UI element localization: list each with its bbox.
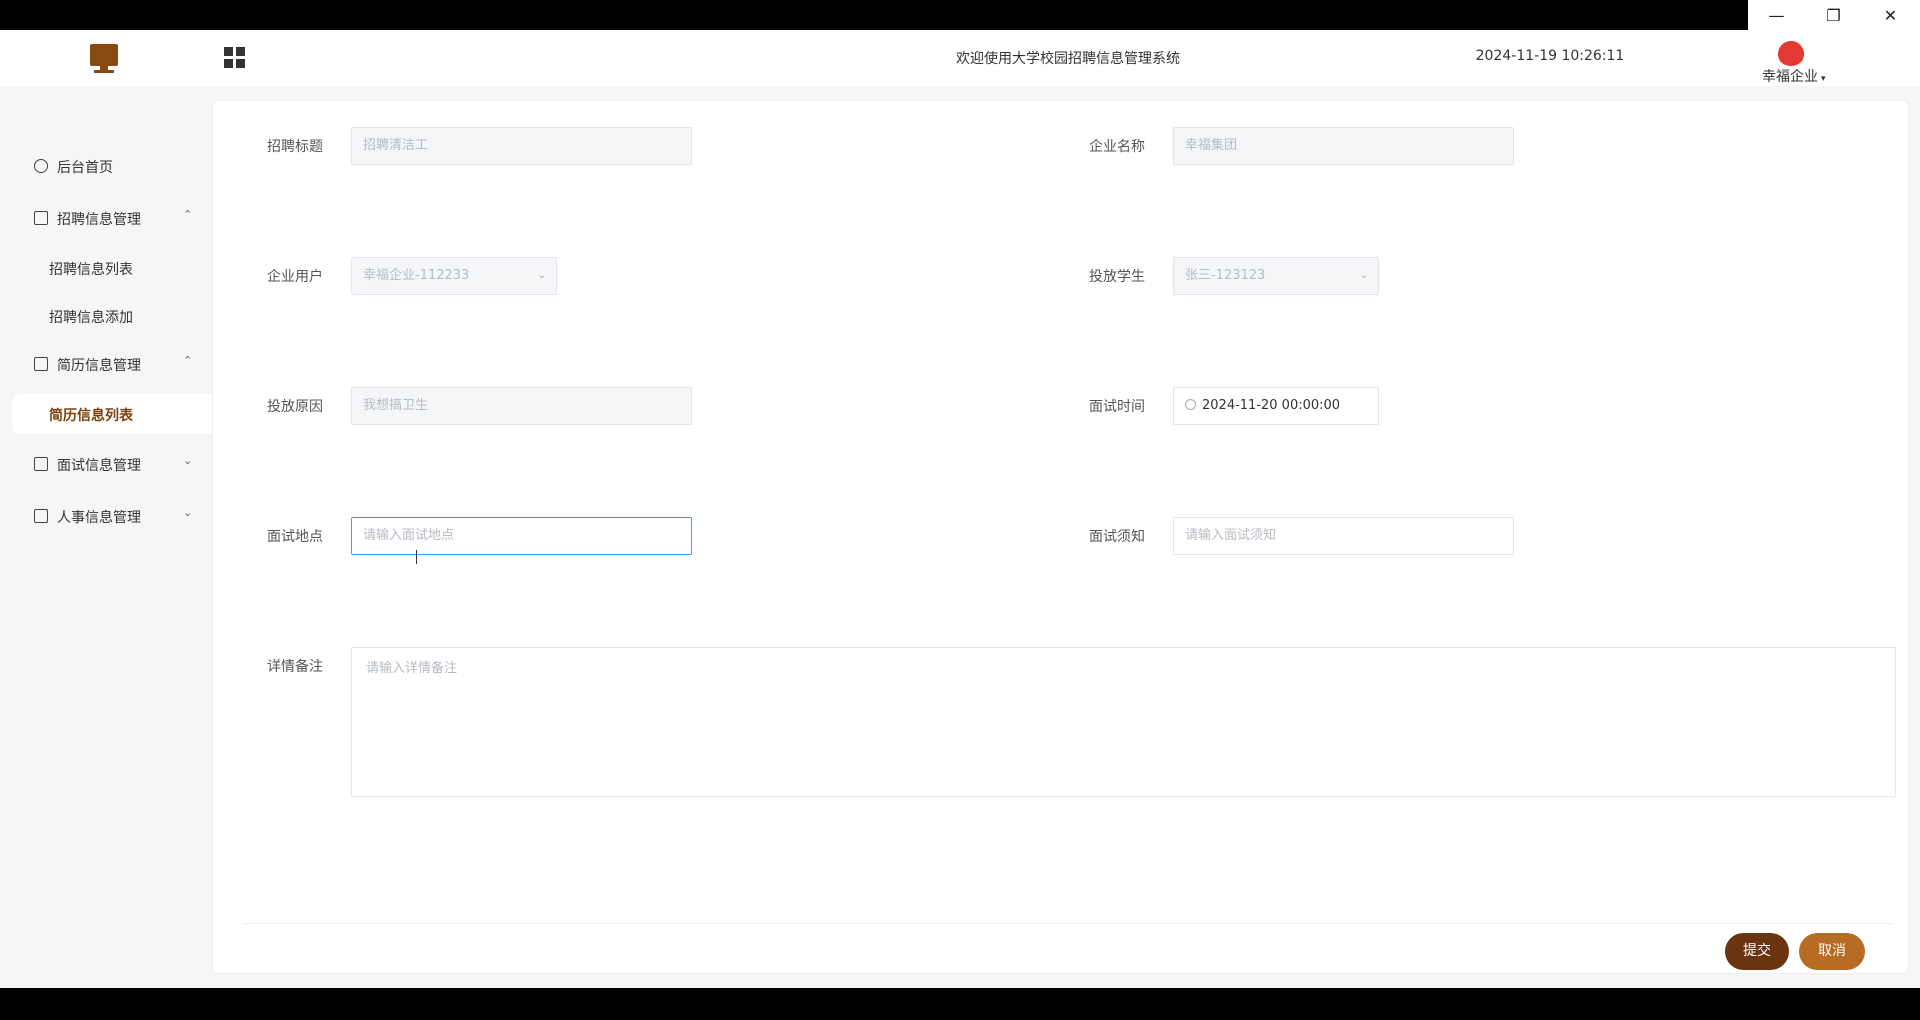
sidebar-item-interview-mgmt[interactable]: 面试信息管理 ⌄ (0, 444, 212, 484)
text-cursor-icon (416, 550, 422, 564)
close-icon[interactable]: ✕ (1862, 0, 1919, 30)
power-icon (34, 159, 48, 173)
sidebar-item-label: 招聘信息管理 (57, 212, 141, 228)
reason-field[interactable]: 我想搞卫生 (351, 387, 692, 425)
card-icon (34, 457, 48, 471)
chevron-down-icon: ⌄ (1359, 270, 1368, 281)
sidebar-item-label: 简历信息列表 (49, 408, 133, 424)
minimize-icon[interactable]: — (1748, 0, 1805, 30)
company-name-label: 企业名称 (1089, 139, 1145, 155)
top-header: 欢迎使用大学校园招聘信息管理系统 2024-11-19 10:26:11 幸福企… (0, 30, 1920, 86)
chevron-up-icon: ⌃ (183, 208, 193, 221)
student-value: 张三-123123 (1185, 268, 1266, 283)
interview-time-label: 面试时间 (1089, 399, 1145, 415)
sidebar: 后台首页 招聘信息管理 ⌃ 招聘信息列表 招聘信息添加 简历信息管理 ⌃ 简历信… (0, 86, 212, 988)
sidebar-item-recruit-list[interactable]: 招聘信息列表 (0, 248, 212, 288)
company-user-value: 幸福企业-112233 (363, 268, 470, 283)
window-controls: — ❐ ✕ (1748, 0, 1920, 30)
chevron-down-icon: ⌄ (183, 506, 193, 519)
submit-button[interactable]: 提交 (1725, 933, 1789, 970)
chevron-up-icon: ⌃ (183, 354, 193, 367)
sidebar-item-label: 简历信息管理 (57, 358, 141, 374)
sidebar-item-resume-list[interactable]: 简历信息列表 (12, 394, 212, 434)
chevron-down-icon: ⌄ (183, 454, 193, 467)
app-root: 欢迎使用大学校园招聘信息管理系统 2024-11-19 10:26:11 幸福企… (0, 30, 1920, 988)
sidebar-item-label: 招聘信息添加 (49, 310, 133, 326)
card-icon (34, 357, 48, 371)
form-divider (243, 923, 1893, 924)
company-user-label: 企业用户 (267, 269, 323, 285)
cancel-button[interactable]: 取消 (1799, 933, 1865, 970)
avatar[interactable] (1776, 36, 1806, 66)
sidebar-item-home[interactable]: 后台首页 (0, 146, 212, 186)
user-name: 幸福企业 (1762, 69, 1818, 85)
chevron-down-icon: ⌄ (537, 270, 546, 281)
resume-form-panel: 招聘标题 招聘清洁工 企业名称 幸福集团 企业用户 幸福企业-112233 ⌄ … (212, 100, 1909, 974)
student-label: 投放学生 (1089, 269, 1145, 285)
interview-place-label: 面试地点 (267, 529, 323, 545)
remarks-label: 详情备注 (267, 659, 323, 675)
chevron-down-icon: ▾ (1821, 74, 1826, 84)
interview-time-picker[interactable]: 2024-11-20 00:00:00 (1173, 387, 1379, 425)
sidebar-item-label: 后台首页 (57, 160, 113, 176)
user-menu[interactable]: 幸福企业 ▾ (1762, 66, 1826, 86)
sidebar-item-resume-mgmt[interactable]: 简历信息管理 ⌃ (0, 344, 212, 384)
student-select[interactable]: 张三-123123 ⌄ (1173, 257, 1379, 295)
remarks-textarea[interactable]: 请输入详情备注 (351, 647, 1896, 797)
card-icon (34, 509, 48, 523)
bottom-bar (0, 988, 1920, 1020)
current-datetime: 2024-11-19 10:26:11 (1475, 48, 1625, 64)
recruit-title-label: 招聘标题 (267, 139, 323, 155)
window-titlebar: — ❐ ✕ (0, 0, 1920, 30)
sidebar-item-label: 招聘信息列表 (49, 262, 133, 278)
company-name-field[interactable]: 幸福集团 (1173, 127, 1514, 165)
interview-notice-label: 面试须知 (1089, 529, 1145, 545)
clock-icon (1185, 399, 1196, 410)
sidebar-item-recruit-add[interactable]: 招聘信息添加 (0, 296, 212, 336)
recruit-title-field[interactable]: 招聘清洁工 (351, 127, 692, 165)
interview-time-value: 2024-11-20 00:00:00 (1202, 398, 1341, 413)
sidebar-item-hr-mgmt[interactable]: 人事信息管理 ⌄ (0, 496, 212, 536)
grid-menu-icon[interactable] (224, 47, 245, 68)
card-icon (34, 211, 48, 225)
interview-place-input[interactable]: 请输入面试地点 (351, 517, 692, 555)
monitor-logo-icon (88, 42, 120, 74)
site-title: 欢迎使用大学校园招聘信息管理系统 (956, 51, 1180, 67)
sidebar-item-recruit-mgmt[interactable]: 招聘信息管理 ⌃ (0, 198, 212, 238)
restore-icon[interactable]: ❐ (1805, 0, 1862, 30)
sidebar-item-label: 面试信息管理 (57, 458, 141, 474)
reason-label: 投放原因 (267, 399, 323, 415)
sidebar-item-label: 人事信息管理 (57, 510, 141, 526)
company-user-select[interactable]: 幸福企业-112233 ⌄ (351, 257, 557, 295)
interview-notice-input[interactable]: 请输入面试须知 (1173, 517, 1514, 555)
